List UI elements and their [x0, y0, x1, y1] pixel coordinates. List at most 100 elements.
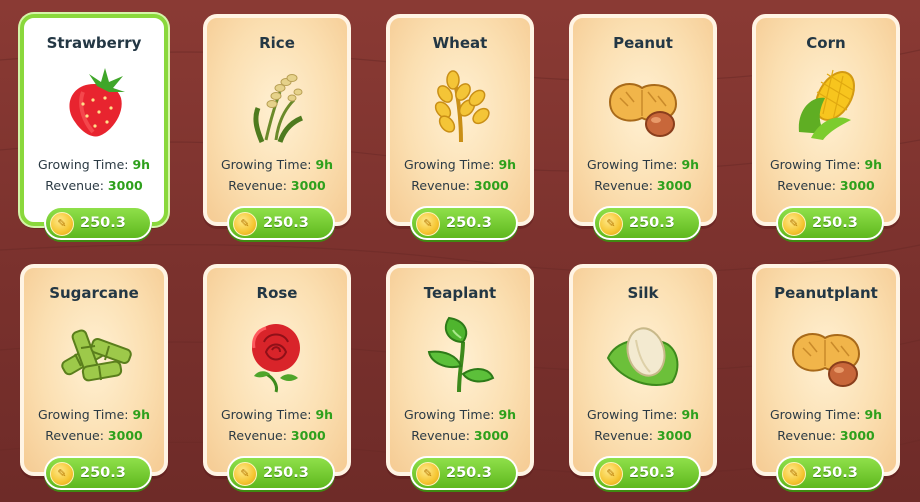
peanutplant-icon: [785, 312, 867, 394]
crop-card-silk[interactable]: Silk Growing Time: 9h Revenue: 3000 ✎ 25…: [569, 264, 717, 490]
revenue-row: Revenue: 3000: [756, 175, 896, 196]
crop-card-corn[interactable]: Corn Growing Time: 9h Revenue: 3000 ✎ 25…: [752, 14, 900, 240]
buy-button[interactable]: ✎ 250.3: [44, 206, 152, 240]
coin-icon: ✎: [233, 212, 257, 236]
growing-time-label: Growing Time:: [220, 407, 312, 422]
crop-card-rice[interactable]: Rice Growing Time: 9h Revenue: 3000 ✎ 25…: [203, 14, 351, 240]
revenue-row: Revenue: 3000: [756, 425, 896, 446]
revenue-label: Revenue:: [228, 428, 287, 443]
growing-time-label: Growing Time:: [403, 157, 495, 172]
revenue-value: 3000: [107, 428, 143, 443]
buy-button[interactable]: ✎ 250.3: [44, 456, 152, 490]
revenue-value: 3000: [839, 428, 875, 443]
buy-button[interactable]: ✎ 250.3: [776, 206, 884, 240]
revenue-row: Revenue: 3000: [573, 425, 713, 446]
growing-time-value: 9h: [498, 157, 517, 172]
coin-icon: ✎: [416, 212, 440, 236]
revenue-row: Revenue: 3000: [573, 175, 713, 196]
crop-name: Rice: [259, 34, 295, 52]
revenue-label: Revenue:: [45, 428, 104, 443]
coin-icon: ✎: [50, 462, 74, 486]
growing-time-value: 9h: [132, 157, 151, 172]
revenue-row: Revenue: 3000: [207, 425, 347, 446]
growing-time-row: Growing Time: 9h: [390, 154, 530, 175]
crop-stats: Growing Time: 9h Revenue: 3000: [24, 154, 164, 196]
growing-time-label: Growing Time:: [220, 157, 312, 172]
crop-card-teaplant[interactable]: Teaplant Growing Time: 9h Revenue: 3000 …: [386, 264, 534, 490]
crop-stats: Growing Time: 9h Revenue: 3000: [390, 404, 530, 446]
buy-button[interactable]: ✎ 250.3: [593, 206, 701, 240]
price-value: 250.3: [80, 215, 126, 231]
revenue-value: 3000: [839, 178, 875, 193]
coin-icon: ✎: [233, 462, 257, 486]
price-value: 250.3: [446, 215, 492, 231]
price-value: 250.3: [263, 215, 309, 231]
teaplant-icon: [419, 312, 501, 394]
crop-card-strawberry[interactable]: Strawberry Growing Time: 9h Revenue: 300…: [20, 14, 168, 240]
revenue-row: Revenue: 3000: [390, 175, 530, 196]
crop-name: Wheat: [432, 34, 488, 52]
crop-stats: Growing Time: 9h Revenue: 3000: [207, 154, 347, 196]
price-value: 250.3: [812, 465, 858, 481]
crop-name: Peanutplant: [774, 284, 878, 302]
crop-name: Silk: [627, 284, 659, 302]
crop-stats: Growing Time: 9h Revenue: 3000: [24, 404, 164, 446]
crop-stats: Growing Time: 9h Revenue: 3000: [756, 404, 896, 446]
revenue-value: 3000: [473, 428, 509, 443]
growing-time-row: Growing Time: 9h: [24, 154, 164, 175]
buy-button[interactable]: ✎ 250.3: [227, 206, 335, 240]
strawberry-icon: [53, 62, 135, 144]
crop-shop-grid: Strawberry Growing Time: 9h Revenue: 300…: [0, 0, 920, 502]
revenue-label: Revenue:: [777, 428, 836, 443]
price-value: 250.3: [446, 465, 492, 481]
rose-icon: [236, 312, 318, 394]
crop-stats: Growing Time: 9h Revenue: 3000: [207, 404, 347, 446]
crop-card-sugarcane[interactable]: Sugarcane Growing Time: 9h Revenue: 3000…: [20, 264, 168, 490]
growing-time-value: 9h: [864, 157, 883, 172]
growing-time-label: Growing Time:: [403, 407, 495, 422]
coin-icon: ✎: [599, 212, 623, 236]
crop-name: Corn: [806, 34, 846, 52]
crop-card-peanut[interactable]: Peanut Growing Time: 9h Revenue: 3000 ✎ …: [569, 14, 717, 240]
coin-icon: ✎: [782, 212, 806, 236]
corn-icon: [785, 62, 867, 144]
price-value: 250.3: [263, 465, 309, 481]
buy-button[interactable]: ✎ 250.3: [410, 456, 518, 490]
growing-time-label: Growing Time:: [769, 407, 861, 422]
crop-card-rose[interactable]: Rose Growing Time: 9h Revenue: 3000 ✎ 25…: [203, 264, 351, 490]
revenue-label: Revenue:: [45, 178, 104, 193]
revenue-label: Revenue:: [594, 428, 653, 443]
crop-card-peanutplant[interactable]: Peanutplant Growing Time: 9h Revenue: 30…: [752, 264, 900, 490]
revenue-value: 3000: [656, 178, 692, 193]
growing-time-label: Growing Time:: [586, 157, 678, 172]
growing-time-label: Growing Time:: [37, 157, 129, 172]
silk-cocoon-icon: [602, 312, 684, 394]
buy-button[interactable]: ✎ 250.3: [227, 456, 335, 490]
buy-button[interactable]: ✎ 250.3: [593, 456, 701, 490]
buy-button[interactable]: ✎ 250.3: [776, 456, 884, 490]
growing-time-row: Growing Time: 9h: [207, 154, 347, 175]
growing-time-value: 9h: [315, 407, 334, 422]
growing-time-row: Growing Time: 9h: [573, 154, 713, 175]
coin-icon: ✎: [782, 462, 806, 486]
revenue-value: 3000: [290, 428, 326, 443]
growing-time-value: 9h: [132, 407, 151, 422]
buy-button[interactable]: ✎ 250.3: [410, 206, 518, 240]
crop-name: Sugarcane: [49, 284, 139, 302]
crop-card-wheat[interactable]: Wheat Growing Time: 9h Revenue: 3000 ✎ 2…: [386, 14, 534, 240]
crop-name: Strawberry: [46, 34, 142, 52]
growing-time-value: 9h: [498, 407, 517, 422]
price-value: 250.3: [80, 465, 126, 481]
growing-time-row: Growing Time: 9h: [207, 404, 347, 425]
growing-time-row: Growing Time: 9h: [756, 154, 896, 175]
growing-time-row: Growing Time: 9h: [390, 404, 530, 425]
revenue-label: Revenue:: [411, 428, 470, 443]
crop-name: Peanut: [613, 34, 673, 52]
crop-stats: Growing Time: 9h Revenue: 3000: [390, 154, 530, 196]
growing-time-value: 9h: [681, 157, 700, 172]
revenue-row: Revenue: 3000: [390, 425, 530, 446]
revenue-value: 3000: [473, 178, 509, 193]
coin-icon: ✎: [50, 212, 74, 236]
revenue-value: 3000: [656, 428, 692, 443]
growing-time-value: 9h: [315, 157, 334, 172]
